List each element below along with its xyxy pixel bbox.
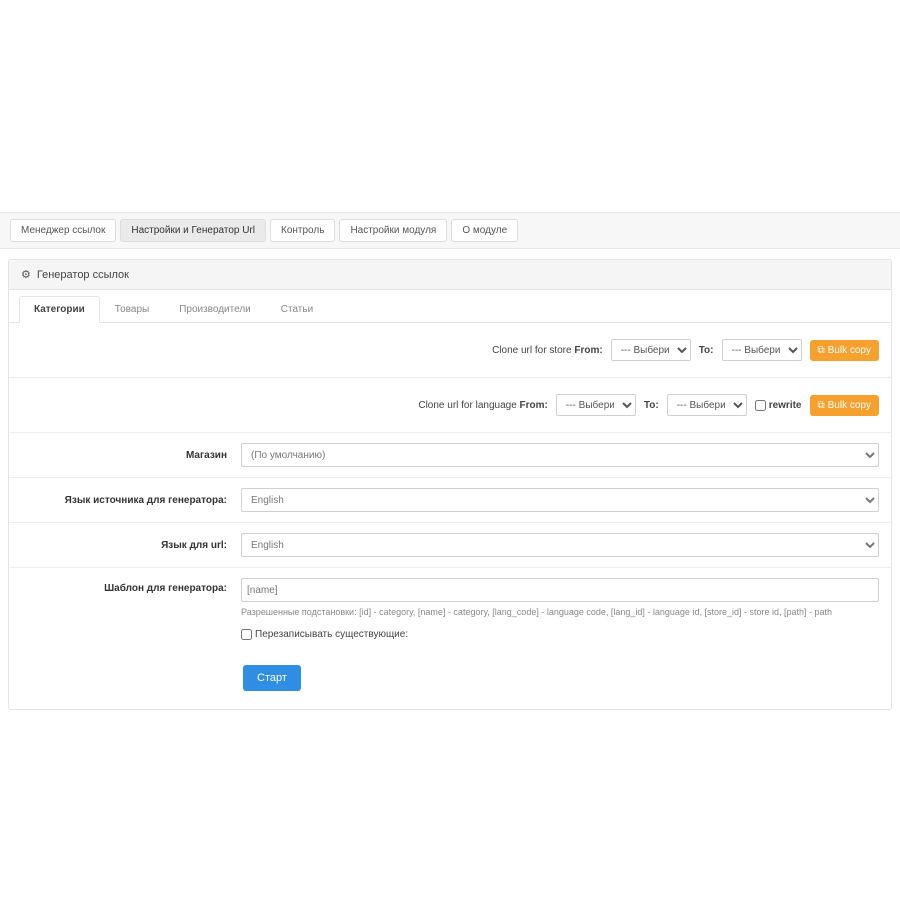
main-tabs: Менеджер ссылок Настройки и Генератор Ur… bbox=[0, 219, 900, 248]
template-label: Шаблон для генератора: bbox=[21, 578, 241, 594]
template-row: Шаблон для генератора: Разрешенные подст… bbox=[9, 567, 891, 653]
bulk-copy-store-button[interactable]: Bulk copy bbox=[810, 340, 880, 361]
panel-title: Генератор ссылок bbox=[37, 269, 129, 281]
overwrite-checkbox[interactable] bbox=[241, 629, 252, 640]
store-label: Магазин bbox=[21, 450, 241, 461]
url-lang-select[interactable]: English bbox=[241, 533, 879, 557]
clone-store-row: Clone url for store From: --- Выберите -… bbox=[9, 323, 891, 377]
clone-store-to-select[interactable]: --- Выберите --- bbox=[722, 339, 802, 361]
clone-lang-from-select[interactable]: --- Выберите --- bbox=[556, 394, 636, 416]
template-hint: Разрешенные подстановки: [id] - category… bbox=[241, 607, 879, 619]
start-button[interactable]: Старт bbox=[243, 665, 301, 691]
tab-link-manager[interactable]: Менеджер ссылок bbox=[10, 219, 116, 242]
panel-header: ⚙ Генератор ссылок bbox=[9, 260, 891, 290]
clone-lang-to-label: To: bbox=[644, 400, 659, 411]
url-lang-label: Язык для url: bbox=[21, 540, 241, 551]
clone-lang-label: Clone url for language From: bbox=[418, 400, 548, 411]
gear-icon: ⚙ bbox=[21, 268, 31, 281]
clone-store-from-select[interactable]: --- Выберите --- bbox=[611, 339, 691, 361]
url-lang-row: Язык для url: English bbox=[9, 522, 891, 567]
subtab-manufacturers[interactable]: Производители bbox=[164, 296, 266, 323]
clone-lang-to-select[interactable]: --- Выберите --- bbox=[667, 394, 747, 416]
clone-store-label: Clone url for store From: bbox=[492, 345, 603, 356]
tab-control[interactable]: Контроль bbox=[270, 219, 335, 242]
tab-module-settings[interactable]: Настройки модуля bbox=[339, 219, 447, 242]
rewrite-checkbox-label[interactable]: rewrite bbox=[755, 400, 802, 411]
subtab-products[interactable]: Товары bbox=[100, 296, 164, 323]
template-input[interactable] bbox=[241, 578, 879, 602]
tab-url-generator[interactable]: Настройки и Генератор Url bbox=[120, 219, 266, 242]
rewrite-checkbox[interactable] bbox=[755, 400, 766, 411]
bulk-copy-lang-button[interactable]: Bulk copy bbox=[810, 395, 880, 416]
source-lang-row: Язык источника для генератора: English bbox=[9, 477, 891, 522]
store-row: Магазин (По умолчанию) bbox=[9, 432, 891, 477]
copy-icon bbox=[818, 400, 825, 411]
subtab-categories[interactable]: Категории bbox=[19, 296, 100, 323]
clone-store-to-label: To: bbox=[699, 345, 714, 356]
overwrite-checkbox-label[interactable]: Перезаписывать существующие: bbox=[241, 629, 408, 640]
store-select[interactable]: (По умолчанию) bbox=[241, 443, 879, 467]
generator-panel: ⚙ Генератор ссылок Категории Товары Прои… bbox=[8, 259, 892, 710]
subtab-articles[interactable]: Статьи bbox=[266, 296, 328, 323]
clone-lang-row: Clone url for language From: --- Выберит… bbox=[9, 377, 891, 432]
source-lang-label: Язык источника для генератора: bbox=[21, 495, 241, 506]
copy-icon bbox=[818, 345, 825, 356]
sub-tabs: Категории Товары Производители Статьи bbox=[9, 290, 891, 323]
tab-about[interactable]: О модуле bbox=[451, 219, 518, 242]
source-lang-select[interactable]: English bbox=[241, 488, 879, 512]
